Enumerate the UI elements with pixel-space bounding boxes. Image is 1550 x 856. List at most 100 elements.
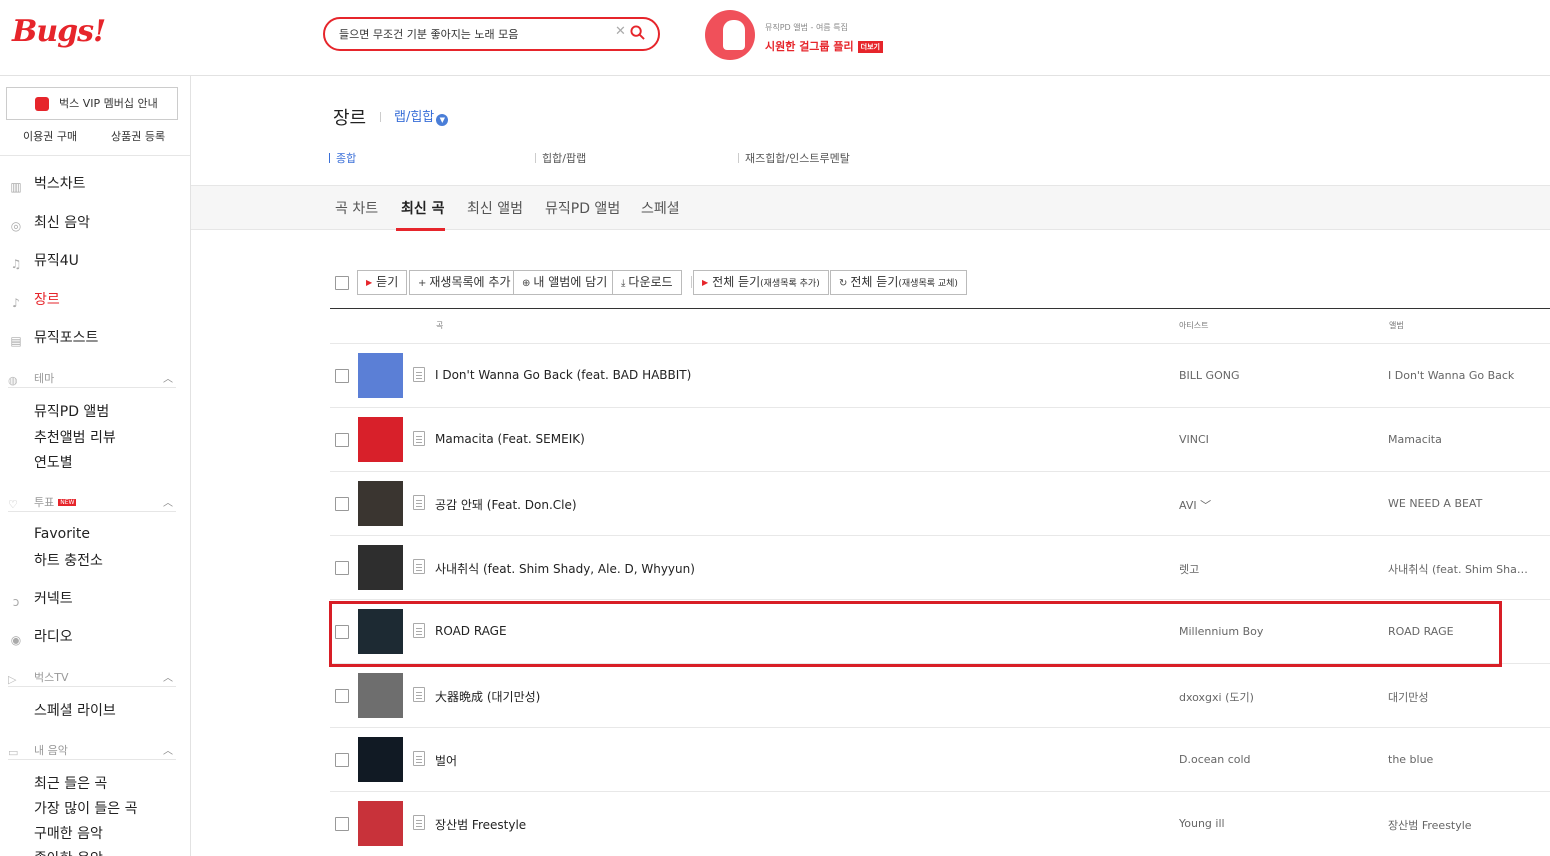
lyrics-icon[interactable] [413,495,425,510]
sidebar-item-liked[interactable]: 좋아한 음악 [34,848,103,856]
lyrics-icon[interactable] [413,687,425,702]
album-cover[interactable] [358,353,403,398]
sidebar-item-bugs-chart[interactable]: ▥ 벅스차트 [8,173,85,194]
clear-search-icon[interactable]: ✕ [615,24,626,39]
sidebar-item-favorite[interactable]: Favorite [34,526,90,542]
section-bugstv[interactable]: ▷ 벅스TV ︿ [8,669,176,687]
row-checkbox[interactable] [335,497,349,511]
promo-more-badge[interactable]: 더보기 [857,41,883,53]
lyrics-icon[interactable] [413,751,425,766]
track-title[interactable]: 大器晩成 (대기만성) [435,688,540,705]
track-title[interactable]: Mamacita (Feat. SEMEIK) [435,432,585,446]
sidebar-item-special-live[interactable]: 스페셜 라이브 [34,700,116,720]
chevron-up-icon[interactable]: ︿ [163,494,173,509]
track-title[interactable]: I Don't Wanna Go Back (feat. BAD HABBIT) [435,368,691,382]
album-cover[interactable] [358,673,403,718]
sidebar-item-by-year[interactable]: 연도별 [34,452,73,472]
subgenre-hiphop-poprap[interactable]: 힙합/팝랩 [535,150,586,166]
table-row[interactable]: 장산범 Freestyle Young ill 장산범 Freestyle [330,791,1550,855]
track-title[interactable]: 공감 안돼 (Feat. Don.Cle) [435,496,577,513]
sidebar-item-new-music[interactable]: ◎ 최신 음악 [8,212,90,233]
track-album[interactable]: I Don't Wanna Go Back [1388,369,1533,382]
track-artist[interactable]: dxoxgxi (도기) [1179,689,1254,705]
listen-button[interactable]: ▶ 듣기 [357,270,408,295]
track-album[interactable]: 장산범 Freestyle [1388,817,1533,833]
track-album[interactable]: 대기만성 [1388,689,1533,705]
track-album[interactable]: the blue [1388,753,1533,766]
tab-new-songs[interactable]: 최신 곡 [401,198,445,218]
tab-special[interactable]: 스페셜 [641,198,680,218]
track-artist[interactable]: 렛고 [1179,561,1199,577]
promo-banner[interactable]: 뮤직PD 앨범 - 여름 특집 시원한 걸그룹 플리 더보기 [705,10,895,64]
table-row[interactable]: Mamacita (Feat. SEMEIK) VINCI Mamacita [330,407,1550,471]
sidebar-item-music4u[interactable]: ♫ 뮤직4U [8,250,79,271]
section-vote[interactable]: ♡ 투표 NEW ︿ [8,494,176,512]
track-artist[interactable]: VINCI [1179,433,1209,446]
track-album[interactable]: 사내취식 (feat. Shim Shady, Ale. D, Whyyun) [1388,561,1533,577]
subgenre-jazzhiphop[interactable]: 재즈힙합/인스트루멘탈 [738,150,850,166]
coupon-register-link[interactable]: 상품권 등록 [111,128,165,144]
download-button[interactable]: ⤓ 다운로드 [612,270,682,295]
genre-dropdown[interactable]: 랩/힙합 ▼ [394,106,449,126]
track-album[interactable]: Mamacita [1388,433,1533,446]
lyrics-icon[interactable] [413,431,425,446]
search-icon[interactable] [630,25,645,40]
bugs-logo[interactable]: Bugs! [12,14,106,49]
track-artist[interactable]: BILL GONG [1179,369,1239,382]
sidebar-item-most-played[interactable]: 가장 많이 들은 곡 [34,798,138,818]
sidebar-item-genre[interactable]: ♪ 장르 [8,289,60,310]
sidebar-item-heart-charge[interactable]: 하트 충전소 [34,550,103,570]
track-artist[interactable]: D.ocean cold [1179,753,1251,766]
row-checkbox[interactable] [335,369,349,383]
section-theme[interactable]: ◍ 테마 ︿ [8,370,176,388]
play-all-replace-button[interactable]: ↻ 전체 듣기(재생목록 교체) [830,270,967,295]
table-row[interactable]: 벌어 D.ocean cold the blue [330,727,1550,791]
row-checkbox[interactable] [335,433,349,447]
play-all-add-button[interactable]: ▶ 전체 듣기(재생목록 추가) [693,270,829,295]
subgenre-all[interactable]: 종합 [329,150,356,166]
sidebar-item-connect[interactable]: ↄ 커넥트 [8,588,73,609]
add-album-button[interactable]: ⊕ 내 앨범에 담기 [513,270,617,295]
row-checkbox[interactable] [335,689,349,703]
chevron-up-icon[interactable]: ︿ [163,669,173,684]
add-playlist-button[interactable]: + 재생목록에 추가 [409,270,520,295]
album-cover[interactable] [358,737,403,782]
tab-new-albums[interactable]: 최신 앨범 [467,198,523,218]
sidebar-item-musicpd-album[interactable]: 뮤직PD 앨범 [34,401,109,421]
table-row[interactable]: 공감 안돼 (Feat. Don.Cle) AVI ﹀ WE NEED A BE… [330,471,1550,535]
sidebar-item-album-review[interactable]: 추천앨범 리뷰 [34,427,116,447]
tab-musicpd-albums[interactable]: 뮤직PD 앨범 [545,198,620,218]
table-row[interactable]: I Don't Wanna Go Back (feat. BAD HABBIT)… [330,343,1550,407]
search-input[interactable] [339,25,604,43]
row-checkbox[interactable] [335,753,349,767]
lyrics-icon[interactable] [413,815,425,830]
lyrics-icon[interactable] [413,559,425,574]
album-cover[interactable] [358,545,403,590]
section-my-music[interactable]: ▭ 내 음악 ︿ [8,742,176,760]
tab-song-chart[interactable]: 곡 차트 [335,198,378,218]
ticket-buy-link[interactable]: 이용권 구매 [23,128,77,144]
table-row[interactable]: 大器晩成 (대기만성) dxoxgxi (도기) 대기만성 [330,663,1550,727]
chevron-up-icon[interactable]: ︿ [163,370,173,385]
album-cover[interactable] [358,417,403,462]
album-cover[interactable] [358,801,403,846]
track-title[interactable]: 벌어 [435,752,457,769]
sidebar-item-purchased[interactable]: 구매한 음악 [34,823,103,843]
music-post-icon: ▤ [10,334,22,348]
table-row[interactable]: 사내취식 (feat. Shim Shady, Ale. D, Whyyun) … [330,535,1550,599]
row-checkbox[interactable] [335,817,349,831]
select-all-checkbox[interactable] [335,276,349,290]
row-checkbox[interactable] [335,561,349,575]
sidebar-item-recent-played[interactable]: 최근 들은 곡 [34,773,107,793]
track-title[interactable]: 사내취식 (feat. Shim Shady, Ale. D, Whyyun) [435,560,695,577]
track-title[interactable]: 장산범 Freestyle [435,816,526,833]
track-artist[interactable]: Young ill [1179,817,1225,830]
track-artist[interactable]: AVI ﹀ [1179,497,1211,513]
sidebar-item-music-post[interactable]: ▤ 뮤직포스트 [8,327,98,348]
lyrics-icon[interactable] [413,367,425,382]
vip-membership-button[interactable]: 벅스 VIP 멤버십 안내 [6,87,178,120]
chevron-up-icon[interactable]: ︿ [163,742,173,757]
track-album[interactable]: WE NEED A BEAT [1388,497,1533,510]
sidebar-item-radio[interactable]: ◉ 라디오 [8,626,73,647]
album-cover[interactable] [358,481,403,526]
